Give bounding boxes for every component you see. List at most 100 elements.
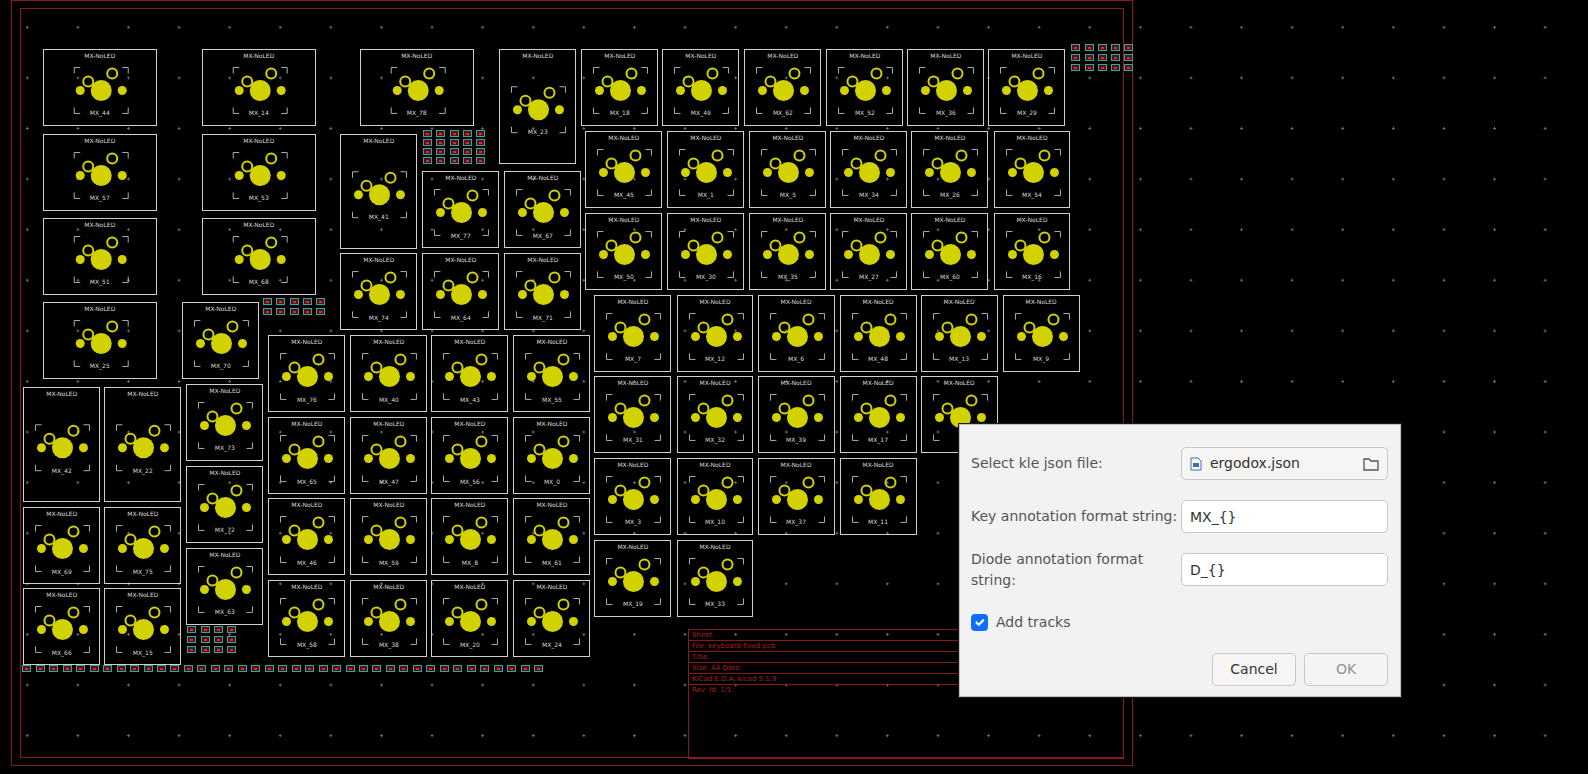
diode-footprint[interactable] <box>436 130 445 137</box>
ok-button[interactable]: OK <box>1304 653 1388 686</box>
diode-footprint[interactable] <box>238 665 247 672</box>
diode-footprint[interactable] <box>211 665 220 672</box>
key-footprint[interactable]: MX-NoLEDMX_35 <box>749 213 826 290</box>
diode-footprint[interactable] <box>1098 54 1107 61</box>
key-footprint[interactable]: MX-NoLEDMX_63 <box>186 548 263 625</box>
key-footprint[interactable]: MX-NoLEDMX_25 <box>43 302 157 379</box>
diode-footprint[interactable] <box>423 139 432 146</box>
diode-footprint[interactable] <box>346 665 355 672</box>
diode-footprint[interactable] <box>22 665 31 672</box>
diode-footprint[interactable] <box>399 665 408 672</box>
diode-footprint[interactable] <box>214 646 223 653</box>
diode-footprint[interactable] <box>463 130 472 137</box>
key-footprint[interactable]: MX-NoLEDMX_22 <box>104 387 181 502</box>
diode-footprint[interactable] <box>1071 64 1080 71</box>
key-footprint[interactable]: MX-NoLEDMX_14 <box>202 49 316 126</box>
diode-footprint[interactable] <box>476 139 485 146</box>
diode-footprint[interactable] <box>463 148 472 155</box>
diode-footprint[interactable] <box>305 665 314 672</box>
diode-footprint[interactable] <box>1111 64 1120 71</box>
key-footprint[interactable]: MX-NoLEDMX_47 <box>350 417 427 494</box>
diode-footprint[interactable] <box>103 665 112 672</box>
key-footprint[interactable]: MX-NoLEDMX_10 <box>677 458 754 535</box>
diode-footprint[interactable] <box>494 665 503 672</box>
diode-footprint[interactable] <box>36 665 45 672</box>
key-footprint[interactable]: MX-NoLEDMX_45 <box>585 131 662 208</box>
diode-footprint[interactable] <box>251 665 260 672</box>
key-footprint[interactable]: MX-NoLEDMX_51 <box>43 218 157 295</box>
diode-footprint[interactable] <box>157 665 166 672</box>
diode-footprint[interactable] <box>316 298 325 305</box>
add-tracks-label[interactable]: Add tracks <box>996 612 1070 633</box>
key-footprint[interactable]: MX-NoLEDMX_76 <box>268 335 345 412</box>
diode-footprint[interactable] <box>290 298 299 305</box>
diode-footprint[interactable] <box>423 130 432 137</box>
diode-footprint[interactable] <box>450 148 459 155</box>
add-tracks-checkbox[interactable] <box>971 614 988 631</box>
key-footprint[interactable]: MX-NoLEDMX_53 <box>202 134 316 211</box>
diode-footprint[interactable] <box>480 665 489 672</box>
diode-footprint[interactable] <box>187 636 196 643</box>
diode-footprint[interactable] <box>436 139 445 146</box>
diode-footprint[interactable] <box>1085 44 1094 51</box>
key-footprint[interactable]: MX-NoLEDMX_13 <box>921 295 998 372</box>
diode-footprint[interactable] <box>214 626 223 633</box>
diode-footprint[interactable] <box>276 298 285 305</box>
diode-footprint[interactable] <box>440 665 449 672</box>
diode-footprint[interactable] <box>1111 54 1120 61</box>
diode-footprint[interactable] <box>423 157 432 164</box>
diode-footprint[interactable] <box>227 646 236 653</box>
diode-footprint[interactable] <box>450 139 459 146</box>
key-footprint[interactable]: MX-NoLEDMX_32 <box>677 376 754 453</box>
key-footprint[interactable]: MX-NoLEDMX_17 <box>840 376 917 453</box>
key-footprint[interactable]: MX-NoLEDMX_41 <box>340 134 417 249</box>
diode-footprint[interactable] <box>227 636 236 643</box>
key-footprint[interactable]: MX-NoLEDMX_57 <box>43 134 157 211</box>
diode-footprint[interactable] <box>90 665 99 672</box>
key-footprint[interactable]: MX-NoLEDMX_65 <box>268 417 345 494</box>
key-footprint[interactable]: MX-NoLEDMX_42 <box>23 387 100 502</box>
diode-footprint[interactable] <box>197 665 206 672</box>
diode-footprint[interactable] <box>49 665 58 672</box>
diode-footprint[interactable] <box>303 298 312 305</box>
diode-footprint[interactable] <box>265 665 274 672</box>
key-footprint[interactable]: MX-NoLEDMX_60 <box>911 213 988 290</box>
key-footprint[interactable]: MX-NoLEDMX_37 <box>758 458 835 535</box>
key-footprint[interactable]: MX-NoLEDMX_36 <box>907 49 984 126</box>
key-footprint[interactable]: MX-NoLEDMX_11 <box>840 458 917 535</box>
diode-footprint[interactable] <box>467 665 476 672</box>
diode-footprint[interactable] <box>187 626 196 633</box>
key-footprint[interactable]: MX-NoLEDMX_43 <box>431 335 508 412</box>
key-footprint[interactable]: MX-NoLEDMX_5 <box>749 131 826 208</box>
key-footprint[interactable]: MX-NoLEDMX_8 <box>431 498 508 575</box>
key-footprint[interactable]: MX-NoLEDMX_3 <box>594 458 671 535</box>
key-footprint[interactable]: MX-NoLEDMX_19 <box>594 540 671 617</box>
key-footprint[interactable]: MX-NoLEDMX_34 <box>830 131 907 208</box>
diode-footprint[interactable] <box>436 148 445 155</box>
key-footprint[interactable]: MX-NoLEDMX_50 <box>585 213 662 290</box>
diode-footprint[interactable] <box>63 665 72 672</box>
diode-footprint[interactable] <box>144 665 153 672</box>
key-footprint[interactable]: MX-NoLEDMX_1 <box>667 131 744 208</box>
diode-footprint[interactable] <box>187 646 196 653</box>
diode-footprint[interactable] <box>463 139 472 146</box>
diode-footprint[interactable] <box>214 636 223 643</box>
diode-footprint[interactable] <box>534 665 543 672</box>
key-footprint[interactable]: MX-NoLEDMX_58 <box>268 580 345 657</box>
key-footprint[interactable]: MX-NoLEDMX_73 <box>186 384 263 461</box>
diode-footprint[interactable] <box>201 646 210 653</box>
diode-footprint[interactable] <box>1085 64 1094 71</box>
diode-footprint[interactable] <box>332 665 341 672</box>
key-footprint[interactable]: MX-NoLEDMX_18 <box>581 49 658 126</box>
key-footprint[interactable]: MX-NoLEDMX_24 <box>513 580 590 657</box>
key-footprint[interactable]: MX-NoLEDMX_40 <box>350 335 427 412</box>
diode-footprint[interactable] <box>184 665 193 672</box>
diode-footprint[interactable] <box>463 157 472 164</box>
diode-footprint[interactable] <box>303 308 312 315</box>
key-footprint[interactable]: MX-NoLEDMX_29 <box>988 49 1065 126</box>
key-footprint[interactable]: MX-NoLEDMX_20 <box>431 580 508 657</box>
diode-footprint[interactable] <box>201 636 210 643</box>
key-footprint[interactable]: MX-NoLEDMX_0 <box>513 417 590 494</box>
diode-footprint[interactable] <box>372 665 381 672</box>
key-footprint[interactable]: MX-NoLEDMX_46 <box>268 498 345 575</box>
